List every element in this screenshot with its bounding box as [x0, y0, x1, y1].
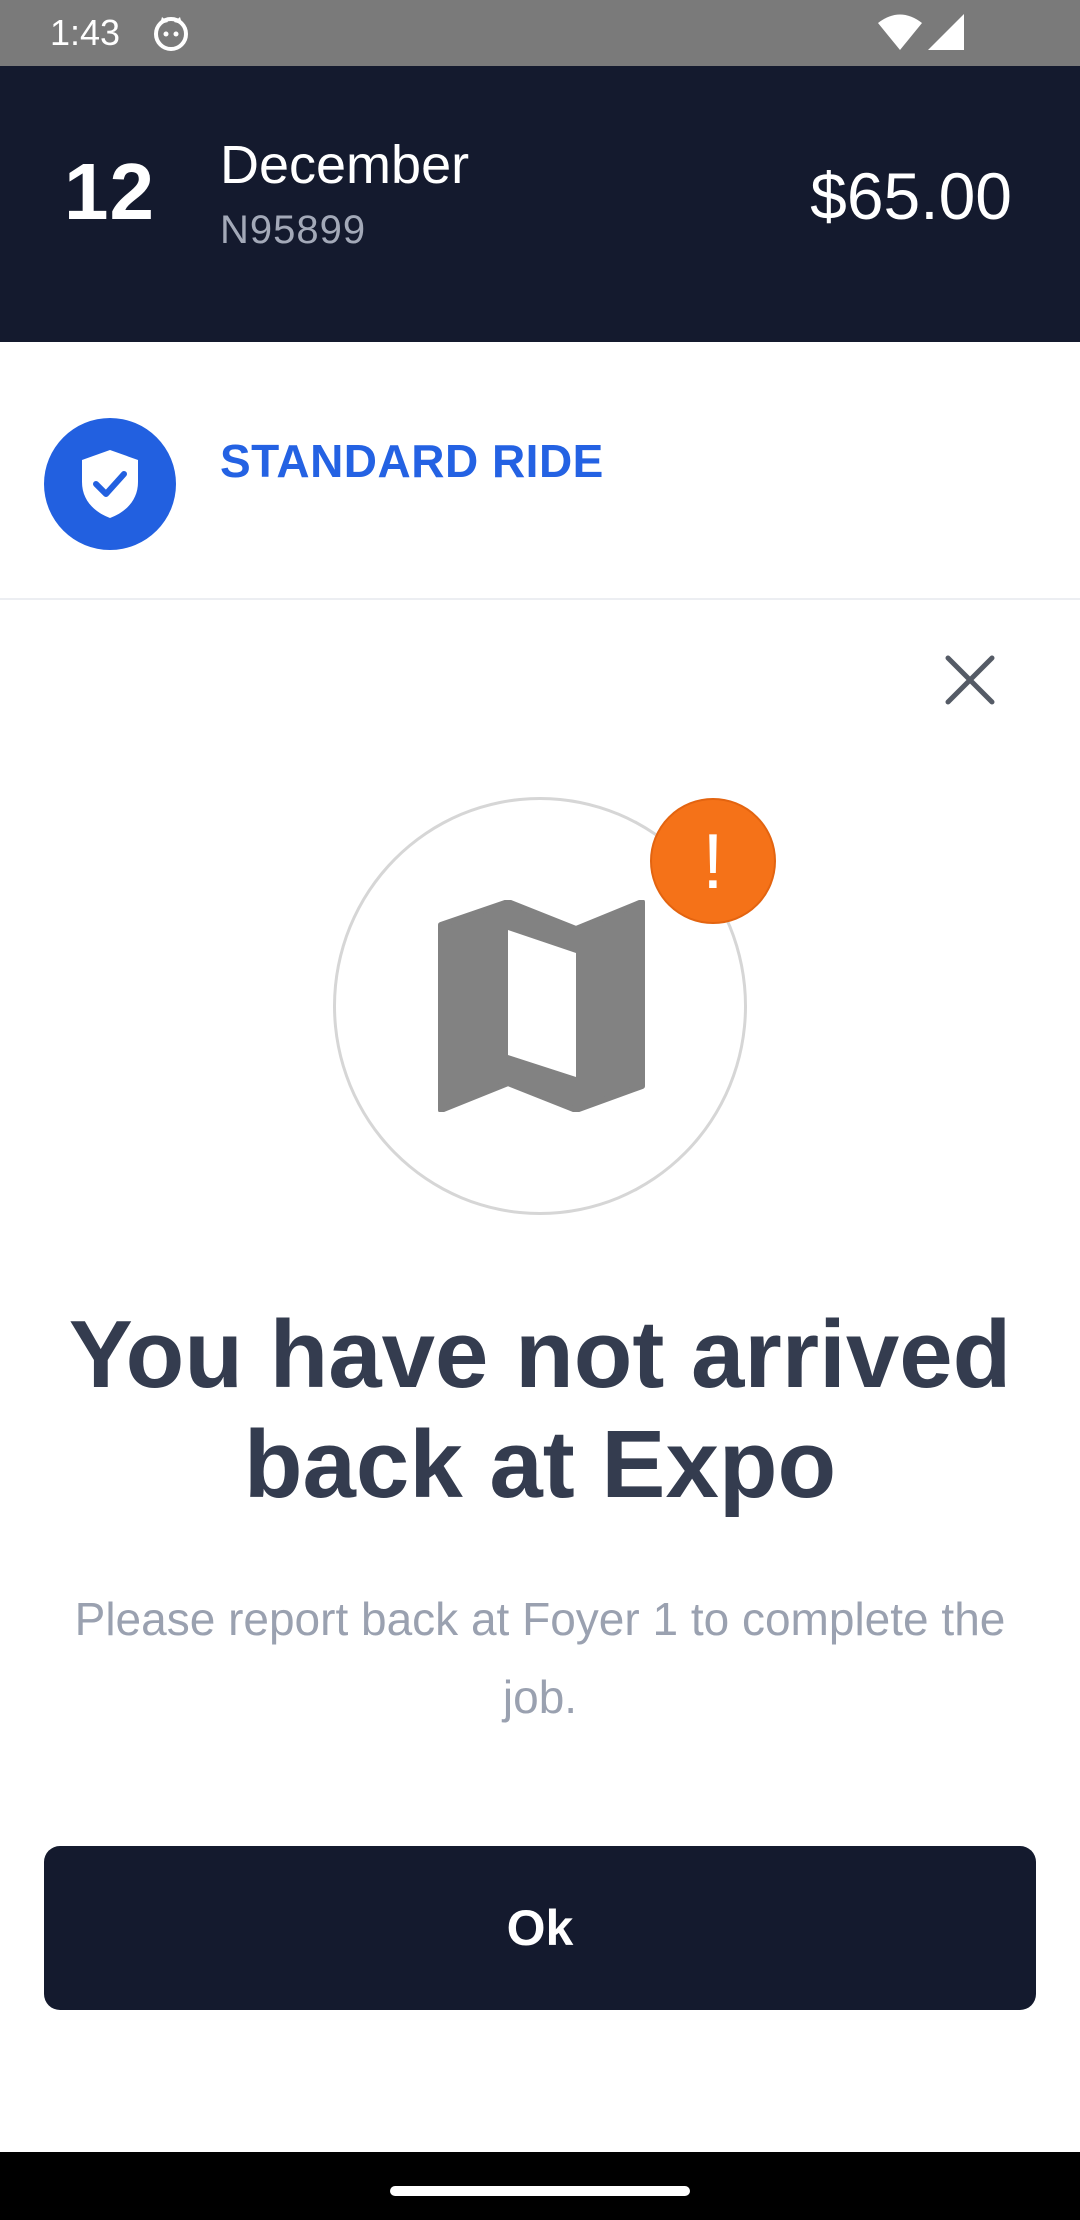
signal-icon [928, 14, 964, 50]
job-price: $65.00 [810, 159, 1012, 233]
job-month: December [220, 135, 470, 195]
job-code: N95899 [220, 208, 367, 252]
alert-badge: ! [650, 798, 776, 924]
cat-icon [152, 14, 190, 52]
job-day: 12 [64, 147, 155, 236]
ride-type-label: STANDARD RIDE [220, 435, 604, 487]
not-arrived-modal: ! You have not arrived back at Expo Plea… [0, 600, 1080, 2152]
close-icon [945, 655, 995, 705]
close-button[interactable] [940, 650, 1000, 710]
job-header: 12 December N95899 $65.00 [0, 66, 1080, 342]
map-icon [438, 900, 645, 1112]
system-nav-bar [0, 2152, 1080, 2220]
status-time: 1:43 [50, 12, 121, 53]
modal-title: You have not arrived back at Expo [68, 1301, 1012, 1518]
ride-type-row: STANDARD RIDE [0, 342, 1080, 600]
wifi-icon [878, 14, 922, 50]
shield-check-icon [44, 418, 176, 550]
home-handle[interactable] [390, 2186, 690, 2196]
status-bar: 1:43 [0, 0, 1080, 66]
ok-button[interactable]: Ok [44, 1846, 1036, 2010]
modal-message: Please report back at Foyer 1 to complet… [74, 1593, 1006, 1723]
